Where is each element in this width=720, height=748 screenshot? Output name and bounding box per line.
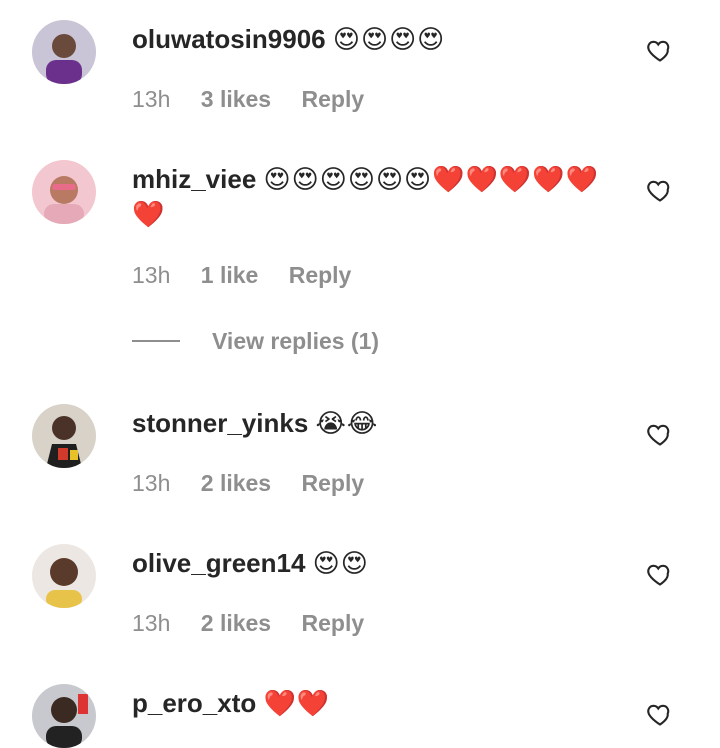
likes-count[interactable]: 1 like xyxy=(201,262,259,288)
avatar[interactable] xyxy=(32,544,96,608)
comment-text: 😍😍😍😍 xyxy=(332,24,446,54)
comment-meta: 13h 2 likes Reply xyxy=(132,468,388,498)
avatar[interactable] xyxy=(32,684,96,748)
timestamp: 13h xyxy=(132,610,171,636)
timestamp: 13h xyxy=(132,262,171,288)
comment-text: ❤️❤️ xyxy=(263,688,331,718)
reply-button[interactable]: Reply xyxy=(302,610,365,636)
comment-meta: 13h 2 likes Reply xyxy=(132,608,388,638)
view-replies-button[interactable]: View replies (1) xyxy=(132,325,379,357)
avatar[interactable] xyxy=(32,20,96,84)
divider xyxy=(132,340,180,342)
heart-outline-icon[interactable] xyxy=(646,176,674,204)
username[interactable]: oluwatosin9906 xyxy=(132,24,326,54)
reply-button[interactable]: Reply xyxy=(302,86,365,112)
view-replies-label[interactable]: View replies (1) xyxy=(212,328,379,355)
username[interactable]: stonner_yinks xyxy=(132,408,308,438)
comment-meta: 13h 1 like Reply xyxy=(132,260,375,290)
timestamp: 13h xyxy=(132,86,171,112)
avatar[interactable] xyxy=(32,404,96,468)
likes-count[interactable]: 2 likes xyxy=(201,610,271,636)
likes-count[interactable]: 3 likes xyxy=(201,86,271,112)
comment-text: 😍😍 xyxy=(312,548,369,578)
reply-button[interactable]: Reply xyxy=(289,262,352,288)
timestamp: 13h xyxy=(132,470,171,496)
heart-outline-icon[interactable] xyxy=(646,36,674,64)
username[interactable]: p_ero_xto xyxy=(132,688,256,718)
username[interactable]: olive_green14 xyxy=(132,548,305,578)
heart-outline-icon[interactable] xyxy=(646,420,674,448)
likes-count[interactable]: 2 likes xyxy=(201,470,271,496)
comment-meta: 13h 3 likes Reply xyxy=(132,84,388,114)
reply-button[interactable]: Reply xyxy=(302,470,365,496)
avatar[interactable] xyxy=(32,160,96,224)
comment-text: 😭😂 xyxy=(315,408,379,438)
heart-outline-icon[interactable] xyxy=(646,700,674,728)
username[interactable]: mhiz_viee xyxy=(132,164,256,194)
heart-outline-icon[interactable] xyxy=(646,560,674,588)
